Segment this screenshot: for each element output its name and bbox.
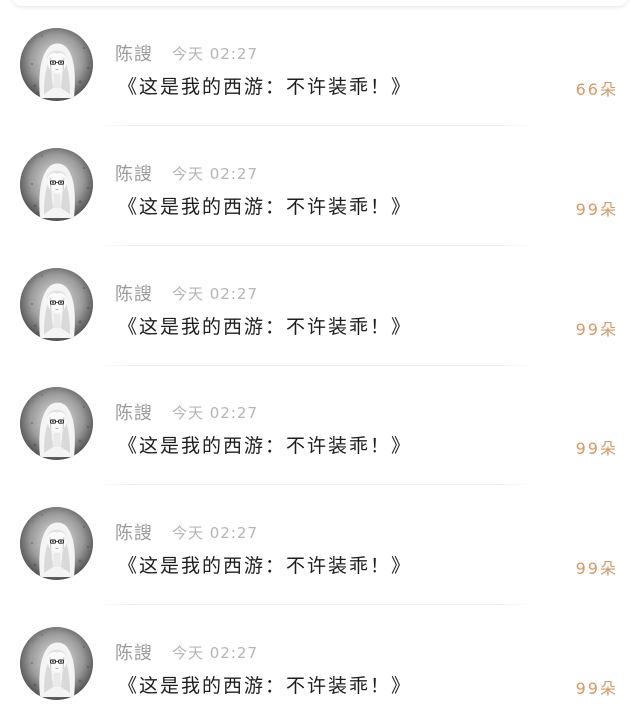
username[interactable]: 陈謏 [115, 639, 153, 665]
timestamp: 今天 02:27 [172, 165, 258, 183]
username[interactable]: 陈謏 [115, 399, 153, 425]
timestamp: 今天 02:27 [172, 285, 258, 303]
username[interactable]: 陈謏 [115, 160, 153, 186]
timestamp: 今天 02:27 [172, 45, 258, 63]
timestamp: 今天 02:27 [172, 404, 258, 422]
timestamp: 今天 02:27 [172, 644, 258, 662]
comment-text[interactable]: 《这是我的西游：不许装乖！》 [118, 192, 412, 219]
list-item[interactable]: 陈謏 今天 02:27 《这是我的西游：不许装乖！》 99朵 [0, 599, 640, 719]
list-item[interactable]: 陈謏 今天 02:27 《这是我的西游：不许装乖！》 99朵 [0, 240, 640, 366]
list-item[interactable]: 陈謏 今天 02:27 《这是我的西游：不许装乖！》 99朵 [0, 479, 640, 605]
list-item[interactable]: 陈謏 今天 02:27 《这是我的西游：不许装乖！》 99朵 [0, 120, 640, 246]
list-item[interactable]: 陈謏 今天 02:27 《这是我的西游：不许装乖！》 66朵 [0, 0, 640, 126]
flower-count: 99朵 [575, 200, 618, 219]
avatar[interactable] [20, 507, 93, 580]
flower-count: 99朵 [575, 559, 618, 578]
avatar[interactable] [20, 627, 93, 700]
flower-count: 66朵 [575, 80, 618, 99]
avatar[interactable] [20, 387, 93, 460]
avatar[interactable] [20, 28, 93, 101]
comment-text[interactable]: 《这是我的西游：不许装乖！》 [118, 431, 412, 458]
comment-text[interactable]: 《这是我的西游：不许装乖！》 [118, 551, 412, 578]
flower-count: 99朵 [575, 320, 618, 339]
comment-text[interactable]: 《这是我的西游：不许装乖！》 [118, 312, 412, 339]
avatar[interactable] [20, 268, 93, 341]
username[interactable]: 陈謏 [115, 40, 153, 66]
comment-list: 陈謏 今天 02:27 《这是我的西游：不许装乖！》 66朵 陈謏 今天 02:… [0, 0, 640, 708]
comment-text[interactable]: 《这是我的西游：不许装乖！》 [118, 72, 412, 99]
list-item[interactable]: 陈謏 今天 02:27 《这是我的西游：不许装乖！》 99朵 [0, 359, 640, 485]
avatar[interactable] [20, 148, 93, 221]
timestamp: 今天 02:27 [172, 524, 258, 542]
username[interactable]: 陈謏 [115, 519, 153, 545]
username[interactable]: 陈謏 [115, 280, 153, 306]
comment-text[interactable]: 《这是我的西游：不许装乖！》 [118, 671, 412, 698]
flower-count: 99朵 [575, 439, 618, 458]
flower-count: 99朵 [575, 679, 618, 698]
